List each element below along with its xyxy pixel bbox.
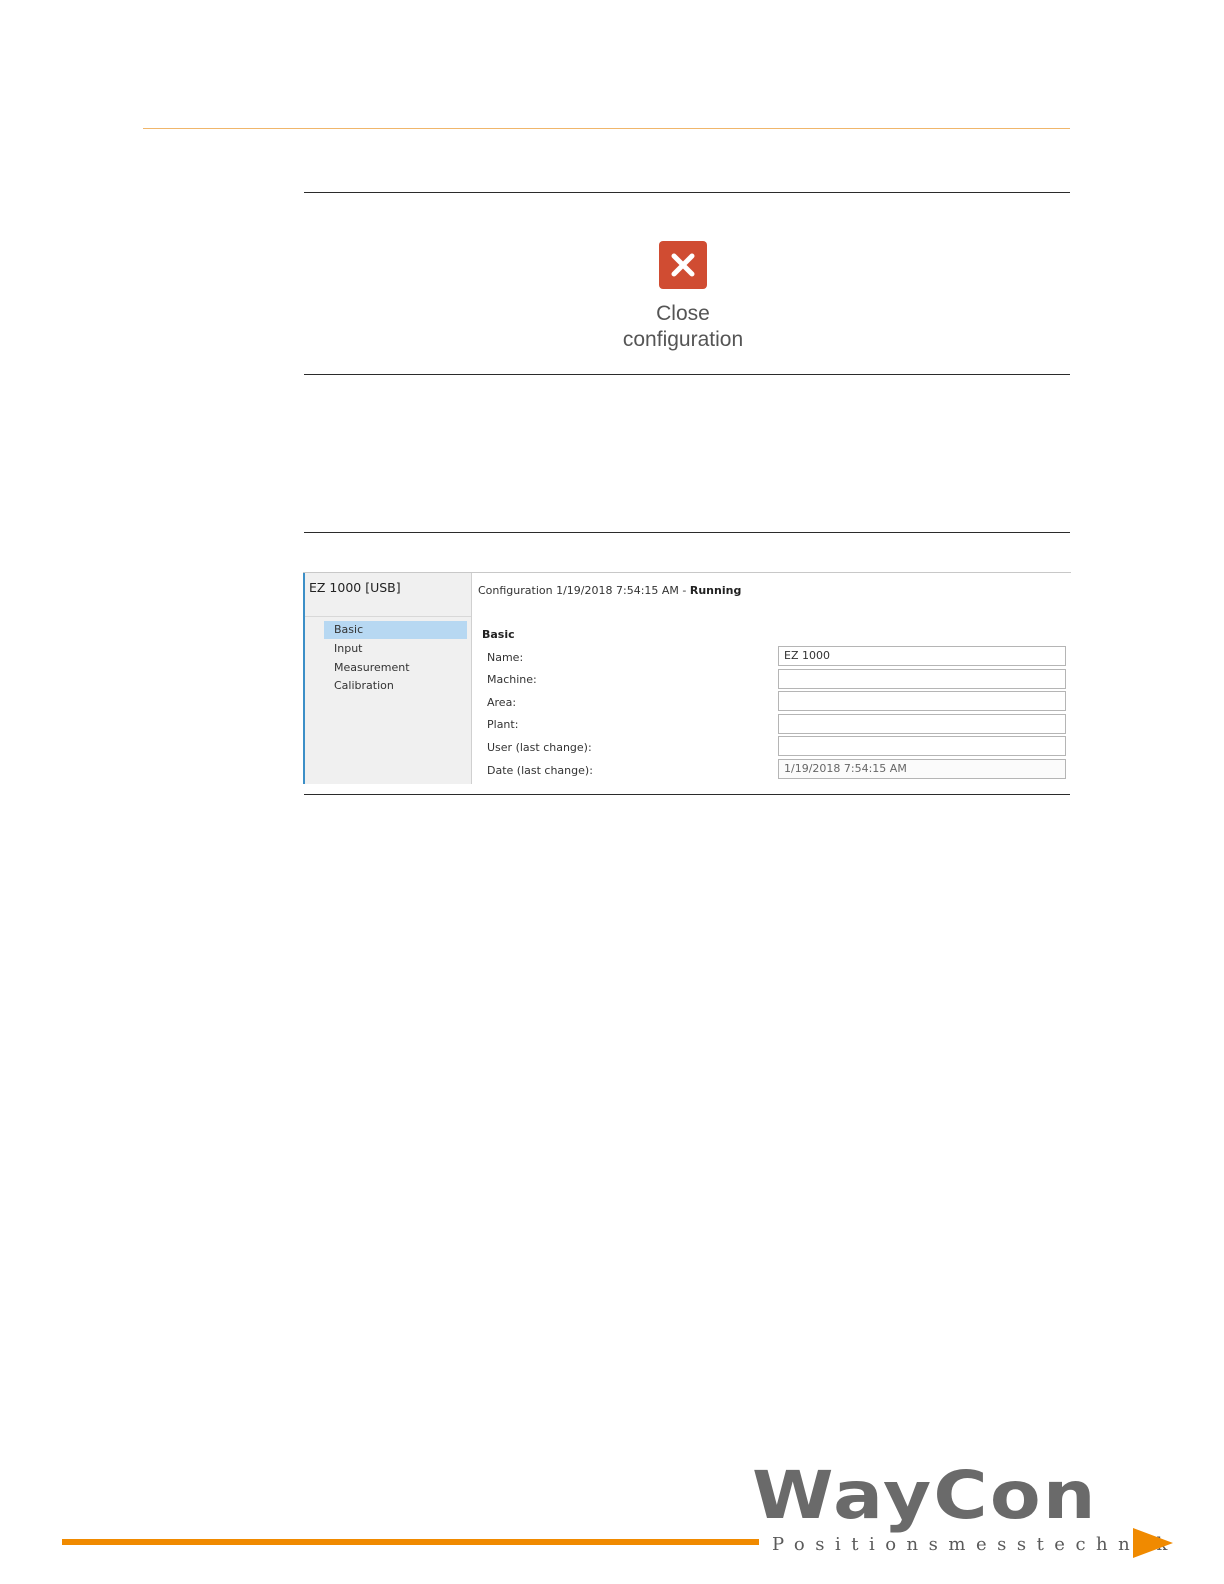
- device-sidebar: EZ 1000 [USB] Basic Input Measurement Ca…: [303, 573, 472, 784]
- machine-label: Machine:: [487, 673, 537, 686]
- sidebar-item-basic[interactable]: Basic: [324, 621, 467, 639]
- date-last-change-field: 1/19/2018 7:54:15 AM: [778, 759, 1066, 779]
- close-configuration-button[interactable]: Close configuration: [608, 241, 758, 353]
- configuration-header: Configuration 1/19/2018 7:54:15 AM - Run…: [478, 584, 741, 597]
- configuration-panel: EZ 1000 [USB] Basic Input Measurement Ca…: [303, 572, 1071, 785]
- table-mid-rule: [304, 374, 1070, 375]
- header-divider: [143, 128, 1070, 129]
- play-arrow-icon: [1133, 1528, 1173, 1558]
- machine-field[interactable]: [778, 669, 1066, 689]
- plant-field[interactable]: [778, 714, 1066, 734]
- close-configuration-label: Close configuration: [622, 302, 744, 351]
- table-bottom-rule: [304, 794, 1070, 795]
- table-section-rule: [304, 532, 1070, 533]
- name-label: Name:: [487, 651, 524, 664]
- status-badge: Running: [689, 584, 742, 597]
- sidebar-item-calibration[interactable]: Calibration: [324, 677, 467, 695]
- sidebar-item-input[interactable]: Input: [324, 640, 467, 658]
- user-last-change-label: User (last change):: [487, 741, 592, 754]
- configuration-content: Configuration 1/19/2018 7:54:15 AM - Run…: [471, 573, 1071, 784]
- section-title-basic: Basic: [482, 628, 515, 641]
- sidebar-divider: [305, 616, 471, 617]
- user-last-change-field[interactable]: [778, 736, 1066, 756]
- sidebar-item-measurement[interactable]: Measurement: [324, 659, 467, 677]
- waycon-logo: WayCon: [752, 1457, 1098, 1534]
- logo-tagline: Positionsmesstechnik: [772, 1534, 1178, 1555]
- configuration-timestamp: Configuration 1/19/2018 7:54:15 AM -: [478, 584, 690, 597]
- name-field[interactable]: EZ 1000: [778, 646, 1066, 666]
- area-label: Area:: [487, 696, 517, 709]
- device-title: EZ 1000 [USB]: [309, 580, 401, 595]
- table-top-rule: [304, 192, 1070, 193]
- footer-accent-bar: [62, 1539, 759, 1545]
- close-icon: [659, 241, 707, 289]
- date-last-change-label: Date (last change):: [487, 764, 593, 777]
- area-field[interactable]: [778, 691, 1066, 711]
- plant-label: Plant:: [487, 718, 519, 731]
